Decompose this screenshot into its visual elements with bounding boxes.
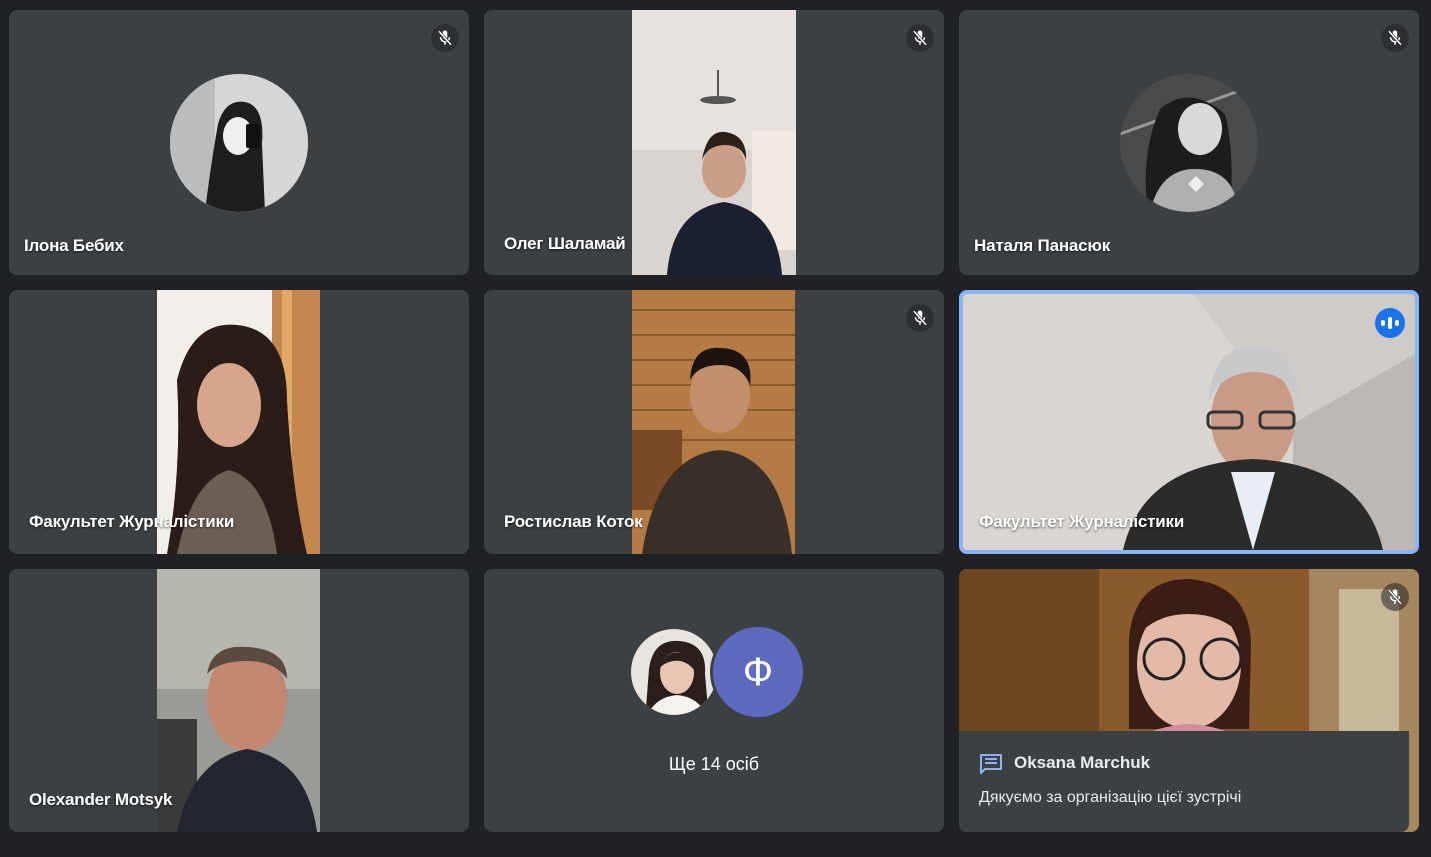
more-participants-label: Ще 14 осіб bbox=[668, 754, 760, 774]
avatar bbox=[170, 74, 308, 212]
avatar-letter: Ф bbox=[742, 649, 774, 694]
participant-tile-1[interactable]: Ілона Бебих bbox=[9, 10, 469, 275]
video-feed bbox=[157, 569, 320, 832]
participant-tile-5[interactable]: Ростислав Коток bbox=[484, 290, 944, 554]
participant-name: Факультет Журналістики bbox=[979, 512, 1185, 531]
video-feed bbox=[632, 290, 795, 554]
participant-tile-2[interactable]: Олег Шаламай bbox=[484, 10, 944, 275]
participant-tile-3[interactable]: Наталя Панасюк bbox=[959, 10, 1419, 275]
chat-sender: Oksana Marchuk bbox=[1014, 753, 1151, 772]
participant-tile-7[interactable]: Olexander Motsyk bbox=[9, 569, 469, 832]
participant-tile-6-active-speaker[interactable]: Факультет Журналістики bbox=[959, 290, 1419, 554]
mic-off-icon bbox=[431, 24, 459, 52]
chat-notification[interactable]: Oksana Marchuk Дякуємо за організацію ці… bbox=[959, 731, 1409, 832]
chat-message: Дякуємо за організацію цієї зустрічі bbox=[979, 789, 1242, 806]
participant-name: Ростислав Коток bbox=[504, 512, 643, 531]
mic-off-icon bbox=[1381, 24, 1409, 52]
participant-name: Факультет Журналістики bbox=[29, 512, 235, 531]
avatar bbox=[1120, 74, 1258, 212]
video-feed bbox=[632, 10, 796, 275]
avatar bbox=[628, 626, 720, 718]
chat-icon bbox=[979, 753, 1003, 775]
speaking-indicator-icon bbox=[1375, 308, 1405, 338]
mic-off-icon bbox=[1381, 583, 1409, 611]
participant-name: Наталя Панасюк bbox=[974, 236, 1111, 255]
participant-name: Олег Шаламай bbox=[504, 234, 626, 253]
participant-name: Olexander Motsyk bbox=[29, 790, 173, 809]
mic-off-icon bbox=[906, 24, 934, 52]
more-participants-tile[interactable]: Ф Ще 14 осіб bbox=[484, 569, 944, 832]
participant-tile-4[interactable]: Факультет Журналістики bbox=[9, 290, 469, 554]
participant-name: Ілона Бебих bbox=[24, 236, 124, 255]
avatar-letter-circle: Ф bbox=[710, 624, 806, 720]
mic-off-icon bbox=[906, 304, 934, 332]
